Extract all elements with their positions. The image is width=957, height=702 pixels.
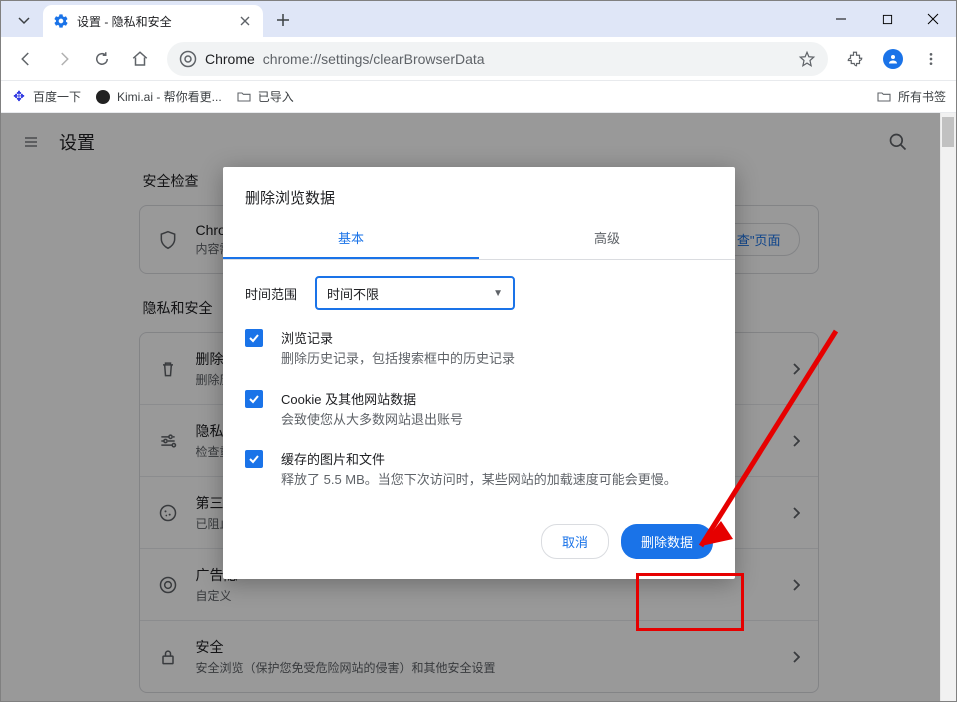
new-tab-button[interactable]	[269, 6, 297, 34]
gear-icon	[53, 13, 69, 29]
tab-search-button[interactable]	[7, 5, 41, 35]
close-window-button[interactable]	[910, 1, 956, 37]
checkbox-checked-icon[interactable]	[245, 450, 263, 468]
avatar-icon	[883, 49, 903, 69]
omnibox-prefix: Chrome	[205, 51, 255, 67]
reload-button[interactable]	[85, 42, 119, 76]
omnibox-url: chrome://settings/clearBrowserData	[263, 51, 798, 67]
bookmark-item[interactable]: Kimi.ai - 帮你看更...	[95, 88, 222, 105]
folder-icon	[236, 89, 252, 105]
tab-basic[interactable]: 基本	[223, 216, 479, 259]
scrollbar-track[interactable]	[940, 113, 956, 701]
dialog-tabs: 基本 高级	[223, 216, 735, 260]
time-range-label: 时间范围	[245, 284, 297, 303]
home-button[interactable]	[123, 42, 157, 76]
time-range-select[interactable]: 时间不限 ▼	[315, 276, 515, 310]
window-titlebar: 设置 - 隐私和安全	[1, 1, 956, 37]
extensions-button[interactable]	[838, 42, 872, 76]
close-tab-button[interactable]	[237, 13, 253, 29]
tab-title: 设置 - 隐私和安全	[77, 13, 237, 30]
cancel-button[interactable]: 取消	[541, 524, 609, 559]
browser-toolbar: Chrome chrome://settings/clearBrowserDat…	[1, 37, 956, 81]
window-controls	[818, 1, 956, 37]
address-bar[interactable]: Chrome chrome://settings/clearBrowserDat…	[167, 42, 828, 76]
bookmark-folder[interactable]: 已导入	[236, 88, 294, 105]
scrollbar-thumb[interactable]	[942, 117, 954, 147]
profile-button[interactable]	[876, 42, 910, 76]
clear-browsing-data-dialog: 删除浏览数据 基本 高级 时间范围 时间不限 ▼ 浏览记录删除历史记录，包括搜索…	[223, 167, 735, 579]
back-button[interactable]	[9, 42, 43, 76]
annotation-highlight-box	[636, 573, 744, 631]
dialog-title: 删除浏览数据	[223, 167, 735, 216]
bookmark-star-icon[interactable]	[798, 50, 816, 68]
browser-tab[interactable]: 设置 - 隐私和安全	[43, 5, 263, 37]
tab-advanced[interactable]: 高级	[479, 216, 735, 259]
chevron-down-icon: ▼	[493, 288, 503, 299]
chrome-icon	[179, 50, 197, 68]
bookmarks-bar: ✥百度一下 Kimi.ai - 帮你看更... 已导入 所有书签	[1, 81, 956, 113]
minimize-button[interactable]	[818, 1, 864, 37]
menu-button[interactable]	[914, 42, 948, 76]
checkbox-checked-icon[interactable]	[245, 329, 263, 347]
all-bookmarks-button[interactable]: 所有书签	[876, 88, 946, 105]
bookmark-item[interactable]: ✥百度一下	[11, 88, 81, 105]
time-range-value: 时间不限	[327, 284, 379, 303]
paw-icon: ✥	[11, 89, 27, 105]
option-cache[interactable]: 缓存的图片和文件释放了 5.5 MB。当您下次访问时，某些网站的加载速度可能会更…	[245, 449, 713, 490]
checkbox-checked-icon[interactable]	[245, 390, 263, 408]
folder-icon	[876, 89, 892, 105]
option-cookies[interactable]: Cookie 及其他网站数据会致使您从大多数网站退出账号	[245, 389, 713, 430]
confirm-delete-button[interactable]: 删除数据	[621, 524, 713, 559]
maximize-button[interactable]	[864, 1, 910, 37]
forward-button[interactable]	[47, 42, 81, 76]
option-browsing-history[interactable]: 浏览记录删除历史记录，包括搜索框中的历史记录	[245, 328, 713, 369]
kimi-icon	[95, 89, 111, 105]
